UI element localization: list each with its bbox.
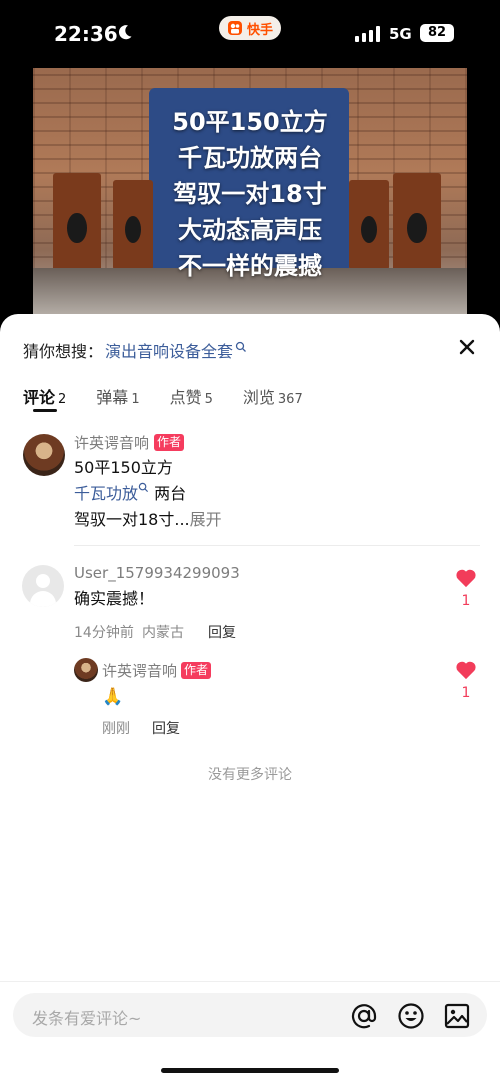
video-preview[interactable]: 50平150立方 千瓦功放两台 驾驭一对18寸 大动态高声压 不一样的震撼 <box>33 68 467 328</box>
search-icon <box>235 341 246 352</box>
moon-icon <box>118 25 132 40</box>
author-badge: 作者 <box>181 662 212 679</box>
image-icon[interactable] <box>443 1002 471 1030</box>
avatar[interactable] <box>22 565 64 607</box>
active-tab-indicator <box>33 409 57 412</box>
caption-line: 大动态高声压 <box>178 216 322 244</box>
divider <box>74 545 480 546</box>
network-type: 5G <box>389 25 412 43</box>
tab-comments[interactable]: 评论 2 <box>23 384 66 408</box>
no-more-comments: 没有更多评论 <box>208 767 292 783</box>
status-bar: 22:36 快手 5G 82 <box>0 0 500 66</box>
caption-line: 50平150立方 <box>172 108 328 136</box>
heart-icon <box>456 661 476 680</box>
tab-danmaku[interactable]: 弹幕 1 <box>96 384 139 408</box>
heart-icon <box>456 569 476 588</box>
comment-user-name[interactable]: User_1579934299093 <box>74 564 240 582</box>
battery-level: 82 <box>420 24 454 42</box>
tab-label: 点赞 <box>169 388 202 407</box>
like-button[interactable]: 1 <box>454 660 478 701</box>
post-line-3-text: 驾驭一对18寸... <box>74 510 190 529</box>
comment-placeholder: 发条有爱评论~ <box>32 1009 142 1028</box>
app-indicator-pill[interactable]: 快手 <box>219 16 281 40</box>
tab-count: 1 <box>131 392 140 407</box>
signal-icon <box>355 26 380 42</box>
tab-likes[interactable]: 点赞 5 <box>170 384 213 408</box>
tab-count: 5 <box>204 392 213 407</box>
reply-time: 刚刚 <box>102 721 130 737</box>
app-name: 快手 <box>246 22 273 38</box>
search-icon <box>138 482 149 493</box>
tab-count: 2 <box>58 392 67 407</box>
guess-label: 猜你想搜： <box>23 342 104 361</box>
caption-line: 不一样的震撼 <box>178 252 322 280</box>
post-line-2-rest: 两台 <box>149 484 187 503</box>
comment-sheet: 猜你想搜： 演出音响设备全套 评论 2 弹幕 1 点赞 5 浏览 367 许英谔音响 作… <box>0 314 500 1083</box>
comment-input-bar: 发条有爱评论~ <box>0 981 500 1083</box>
comment-time: 14分钟前 <box>74 625 134 641</box>
post-author-name[interactable]: 许英谔音响 <box>74 432 149 453</box>
expand-link[interactable]: 展开 <box>190 510 222 529</box>
emoji-icon[interactable] <box>397 1002 425 1030</box>
caption-line: 千瓦功放两台 <box>178 144 322 172</box>
tab-label: 弹幕 <box>96 388 129 407</box>
reply-button[interactable]: 回复 <box>208 622 236 642</box>
post-line-3: 驾驭一对18寸...展开 <box>74 507 222 533</box>
like-count: 1 <box>461 593 471 609</box>
comment-input[interactable]: 发条有爱评论~ <box>13 993 487 1037</box>
tab-label: 浏览 <box>242 388 275 407</box>
tab-label: 评论 <box>23 388 56 407</box>
avatar[interactable] <box>74 658 98 682</box>
reply-button[interactable]: 回复 <box>152 718 180 738</box>
post-link[interactable]: 千瓦功放 <box>74 484 138 503</box>
kuaishou-logo-icon <box>227 21 242 35</box>
avatar[interactable] <box>23 434 65 476</box>
home-indicator <box>161 1068 339 1073</box>
video-caption: 50平150立方 千瓦功放两台 驾驭一对18寸 大动态高声压 不一样的震撼 <box>33 104 467 284</box>
comment-text: 确实震撼！ <box>74 589 155 608</box>
author-badge: 作者 <box>154 434 185 451</box>
guess-search: 猜你想搜： 演出音响设备全套 <box>23 338 247 362</box>
close-icon[interactable] <box>458 338 476 356</box>
caption-line: 驾驭一对18寸 <box>173 180 327 208</box>
post-line-1: 50平150立方 <box>74 458 173 477</box>
tab-views[interactable]: 浏览 367 <box>243 384 303 408</box>
comment-tabs: 评论 2 弹幕 1 点赞 5 浏览 367 <box>23 384 333 408</box>
guess-search-link[interactable]: 演出音响设备全套 <box>105 338 233 362</box>
reply-user-name[interactable]: 许英谔音响 <box>102 660 177 681</box>
status-time: 22:36 <box>54 22 118 46</box>
like-button[interactable]: 1 <box>454 568 478 609</box>
at-mention-icon[interactable] <box>350 1002 378 1030</box>
reply-text: 🙏 <box>102 687 124 707</box>
comment-location: 内蒙古 <box>142 625 184 641</box>
like-count: 1 <box>461 685 471 701</box>
post-line-2: 千瓦功放 两台 <box>74 481 186 507</box>
tab-count: 367 <box>277 392 303 407</box>
